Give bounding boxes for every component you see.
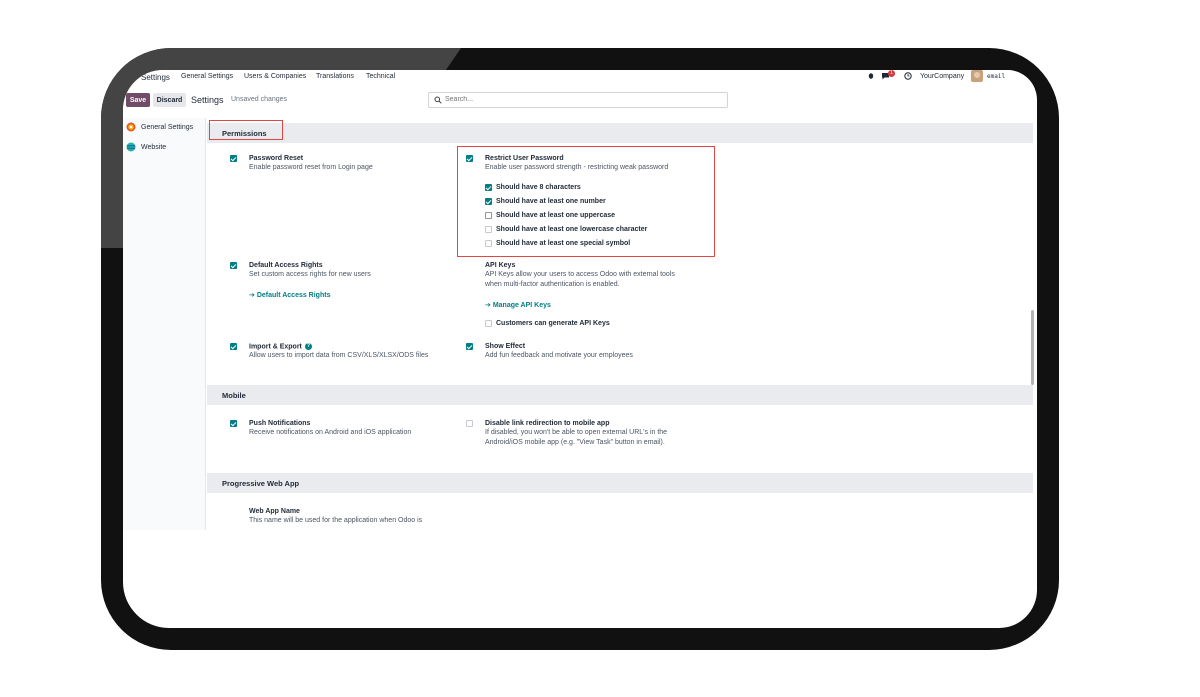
app-name[interactable]: Settings xyxy=(141,73,170,82)
setting-title: Password Reset xyxy=(249,155,304,162)
setting-title: Web App Name xyxy=(249,508,300,515)
section-permissions: Permissions xyxy=(207,123,1033,143)
setting-description: If disabled, you won't be able to open e… xyxy=(485,429,668,436)
setting-description: Enable password reset from Login page xyxy=(249,164,373,171)
website-icon xyxy=(126,142,136,152)
option-label: Should have at least one special symbol xyxy=(496,240,631,247)
setting-description: Allow users to import data from CSV/XLS/… xyxy=(249,352,429,359)
search-icon xyxy=(434,96,442,104)
screen: Settings General Settings Users & Compan… xyxy=(123,70,1037,628)
option-uppercase-checkbox[interactable] xyxy=(485,212,492,219)
setting-title: Restrict User Password xyxy=(485,155,564,162)
push-notifications-checkbox[interactable] xyxy=(230,420,237,427)
link-label: Default Access Rights xyxy=(256,292,331,299)
section-title: Mobile xyxy=(222,391,246,400)
notification-badge: 1 xyxy=(888,70,895,77)
setting-title: Default Access Rights xyxy=(249,262,323,269)
default-access-rights-checkbox[interactable] xyxy=(230,262,237,269)
setting-description: API Keys allow your users to access Odoo… xyxy=(485,271,675,278)
show-effect-checkbox[interactable] xyxy=(466,343,473,350)
user-avatar[interactable] xyxy=(971,70,983,82)
setting-description: Enable user password strength - restrict… xyxy=(485,164,669,171)
nav-translations[interactable]: Translations xyxy=(316,73,354,80)
manage-api-keys-link[interactable]: ➔ Manage API Keys xyxy=(485,301,551,309)
section-title: Progressive Web App xyxy=(222,479,300,488)
search-input[interactable] xyxy=(445,94,715,105)
bug-icon[interactable] xyxy=(868,72,874,79)
setting-title: Import & Export? xyxy=(249,343,312,350)
save-button[interactable]: Save xyxy=(126,93,150,107)
app-window: Settings General Settings Users & Compan… xyxy=(123,70,1035,530)
search-box[interactable] xyxy=(428,92,728,108)
customers-api-keys-checkbox[interactable] xyxy=(485,320,492,327)
setting-title: Show Effect xyxy=(485,343,526,350)
breadcrumb: Settings xyxy=(191,95,224,105)
link-label: Manage API Keys xyxy=(492,302,551,309)
user-email[interactable]: email xyxy=(987,73,1005,80)
sidebar-item-label: Website xyxy=(141,144,167,151)
setting-title: Disable link redirection to mobile app xyxy=(485,420,610,427)
help-icon[interactable]: ? xyxy=(304,343,312,350)
unsaved-changes-indicator: Unsaved changes xyxy=(231,96,288,103)
setting-description: Android/iOS mobile app (e.g. "View Task"… xyxy=(485,439,665,446)
option-8-characters-checkbox[interactable] xyxy=(485,184,492,191)
option-lowercase-checkbox[interactable] xyxy=(485,226,492,233)
setting-title: API Keys xyxy=(485,262,516,269)
option-special-symbol-checkbox[interactable] xyxy=(485,240,492,247)
setting-description: Set custom access rights for new users xyxy=(249,271,371,278)
highlight-box xyxy=(209,120,283,140)
section-progressive-web-app: Progressive Web App xyxy=(207,473,1033,493)
option-label: Should have at least one number xyxy=(496,198,606,205)
default-access-rights-link[interactable]: ➔ Default Access Rights xyxy=(249,291,330,299)
setting-title-text: Import & Export xyxy=(249,343,302,351)
general-settings-icon xyxy=(126,122,136,132)
setting-description: Receive notifications on Android and iOS… xyxy=(249,429,412,436)
setting-title: Push Notifications xyxy=(249,420,311,427)
option-label: Customers can generate API Keys xyxy=(496,320,610,327)
option-label: Should have at least one lowercase chara… xyxy=(496,226,648,233)
scrollbar[interactable] xyxy=(1031,310,1034,385)
clock-icon[interactable] xyxy=(904,72,912,80)
password-reset-checkbox[interactable] xyxy=(230,155,237,162)
discard-button[interactable]: Discard xyxy=(153,93,186,107)
option-label: Should have 8 characters xyxy=(496,184,581,191)
restrict-password-checkbox[interactable] xyxy=(466,155,473,162)
top-navbar: Settings General Settings Users & Compan… xyxy=(123,70,1035,84)
nav-technical[interactable]: Technical xyxy=(366,73,395,80)
setting-description: when multi-factor authentication is enab… xyxy=(485,281,620,288)
sidebar-item-label: General Settings xyxy=(141,124,194,131)
nav-general-settings[interactable]: General Settings xyxy=(181,73,233,80)
setting-description: Add fun feedback and motivate your emplo… xyxy=(485,352,633,359)
section-mobile: Mobile xyxy=(207,385,1033,405)
option-number-checkbox[interactable] xyxy=(485,198,492,205)
nav-users-companies[interactable]: Users & Companies xyxy=(244,73,306,80)
import-export-checkbox[interactable] xyxy=(230,343,237,350)
setting-description: This name will be used for the applicati… xyxy=(249,517,423,524)
company-switcher[interactable]: YourCompany xyxy=(920,73,964,80)
option-label: Should have at least one uppercase xyxy=(496,212,616,219)
settings-sidebar: General Settings Website xyxy=(123,118,206,530)
disable-redirection-checkbox[interactable] xyxy=(466,420,473,427)
settings-main: Permissions Password Reset Enable passwo… xyxy=(207,118,1033,530)
